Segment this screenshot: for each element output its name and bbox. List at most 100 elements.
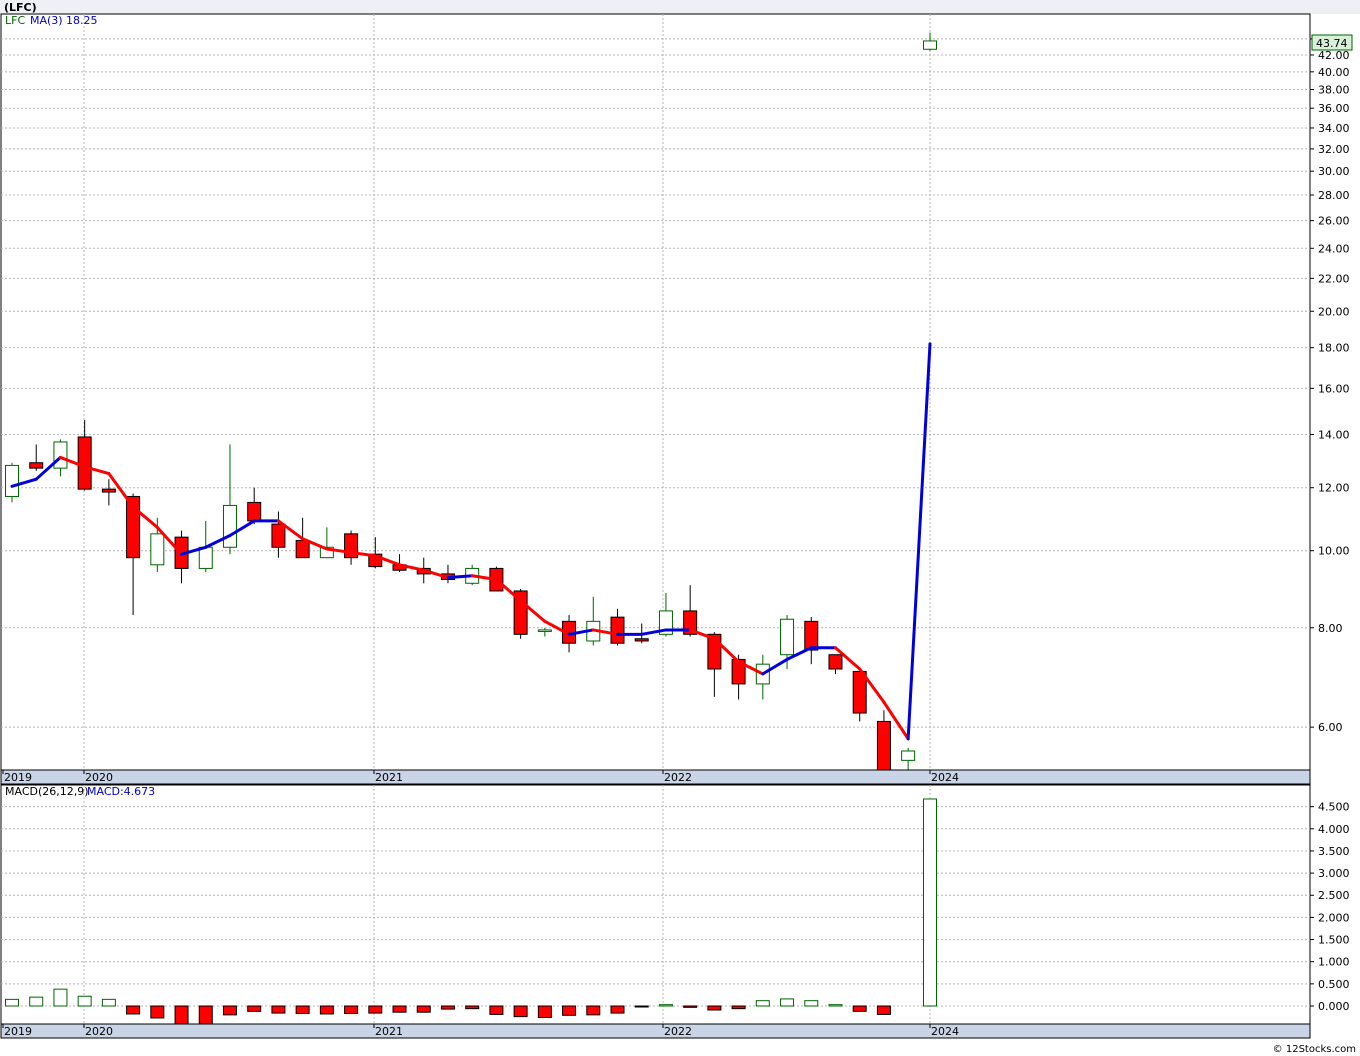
macd-bar <box>126 1005 141 1015</box>
copyright-text: © 12Stocks.com <box>1273 1044 1356 1055</box>
ma-legend-value: 18.25 <box>66 14 98 27</box>
macd-bar <box>440 1005 455 1010</box>
macd-bar <box>683 1005 698 1008</box>
macd-bar <box>295 1005 310 1015</box>
macd-bar <box>562 1005 577 1016</box>
price-y-axis: 6.00 8.00 10.00 12.00 14.00 16.00 18.00 20.00 22… <box>1310 33 1350 734</box>
price-tick-label: 6.00 <box>1318 721 1343 734</box>
macd-bar <box>755 1000 770 1007</box>
price-tick-label: 36.00 <box>1318 102 1350 115</box>
candle-body <box>198 546 213 569</box>
price-tick-label: 18.00 <box>1318 342 1350 355</box>
macd-bar <box>804 1000 819 1007</box>
price-tick-label: 12.00 <box>1318 482 1350 495</box>
price-tick-label: 16.00 <box>1318 382 1350 395</box>
macd-bar <box>101 998 116 1007</box>
price-tick-label: 38.00 <box>1318 84 1350 97</box>
macd-x-tick-label: 2019 <box>4 1025 32 1038</box>
macd-tick-label: 3.500 <box>1318 845 1350 858</box>
macd-panel <box>0 784 1311 1025</box>
macd-tick-label: 1.000 <box>1318 956 1350 969</box>
macd-bar <box>876 1005 891 1015</box>
price-tick-label: 20.00 <box>1318 305 1350 318</box>
macd-tick-label: 0.000 <box>1318 1000 1350 1013</box>
candle <box>5 462 19 503</box>
candle-body <box>101 488 116 493</box>
macd-x-tick-label: 2022 <box>664 1025 692 1038</box>
price-timeline <box>0 769 1311 785</box>
candle-body <box>150 533 165 566</box>
candle-body <box>77 436 92 490</box>
price-tick-label: 26.00 <box>1318 215 1350 228</box>
macd-bar <box>634 1005 649 1008</box>
candle-body <box>537 629 552 632</box>
macd-bar <box>731 1005 746 1010</box>
candle-body <box>247 501 262 522</box>
macd-x-tick-label: 2021 <box>375 1025 403 1038</box>
macd-bar <box>828 1004 843 1007</box>
price-x-tick-label: 2020 <box>85 771 113 784</box>
symbol-title: (LFC) <box>4 1 37 14</box>
macd-bar <box>852 1005 867 1012</box>
candle-body <box>610 616 625 644</box>
macd-bar <box>537 1005 552 1019</box>
candle-body <box>780 618 795 656</box>
macd-bar <box>5 998 19 1007</box>
price-x-tick-label: 2022 <box>664 771 692 784</box>
candle-body <box>804 620 819 651</box>
price-tick-label: 40.00 <box>1318 66 1350 79</box>
macd-bar <box>29 996 44 1007</box>
stock-chart: (LFC) 6.00 8.00 10.00 12.00 14.00 16.00 18.00 2… <box>0 0 1360 1055</box>
ma-legend-label: MA(3) <box>30 14 63 27</box>
macd-bar <box>586 1005 601 1016</box>
macd-timeline <box>0 1023 1311 1039</box>
price-tick-label: 10.00 <box>1318 545 1350 558</box>
price-tick-label: 8.00 <box>1318 622 1343 635</box>
price-tick-label: 32.00 <box>1318 143 1350 156</box>
price-x-tick-label: 2019 <box>4 771 32 784</box>
last-price-value: 43.74 <box>1316 37 1348 50</box>
price-tick-label: 34.00 <box>1318 122 1350 135</box>
macd-bar <box>392 1005 407 1013</box>
candle-body <box>295 539 310 559</box>
macd-bar <box>780 998 795 1007</box>
ma3-segment <box>446 574 474 580</box>
candle-body <box>222 504 237 548</box>
macd-bar <box>707 1005 722 1011</box>
macd-bar <box>368 1005 383 1014</box>
candle-body <box>53 441 68 469</box>
price-tick-label: 22.00 <box>1318 272 1350 285</box>
macd-x-tick-label: 2024 <box>931 1025 959 1038</box>
macd-bar <box>271 1005 286 1014</box>
macd-bar <box>247 1005 262 1012</box>
macd-bar <box>77 995 92 1007</box>
candle-body <box>876 720 891 771</box>
macd-bar <box>513 1005 528 1018</box>
price-tick-label: 14.00 <box>1318 428 1350 441</box>
macd-bar <box>344 1005 359 1015</box>
candle-body <box>828 654 843 670</box>
macd-params-label: MACD(26,12,9) <box>5 785 89 798</box>
macd-tick-label: 4.500 <box>1318 801 1350 814</box>
price-x-tick-label: 2024 <box>931 771 959 784</box>
price-tick-label: 24.00 <box>1318 242 1350 255</box>
macd-bar <box>222 1005 237 1016</box>
candle-body <box>5 464 19 497</box>
price-tick-label: 28.00 <box>1318 189 1350 202</box>
macd-y-axis: 0.000 0.500 1.000 1.500 2.000 2.500 3.000 3.500… <box>1310 801 1350 1013</box>
macd-bar <box>489 1005 504 1015</box>
candle-body <box>923 40 937 50</box>
candle-body <box>29 462 44 469</box>
price-tick-label: 42.00 <box>1318 49 1350 62</box>
macd-tick-label: 4.000 <box>1318 823 1350 836</box>
macd-bar <box>923 798 937 1007</box>
macd-tick-label: 2.500 <box>1318 889 1350 902</box>
macd-bar <box>658 1004 673 1007</box>
macd-tick-label: 3.000 <box>1318 867 1350 880</box>
macd-bar <box>319 1005 334 1015</box>
candle-body <box>634 638 649 642</box>
macd-x-tick-label: 2020 <box>85 1025 113 1038</box>
macd-tick-label: 0.500 <box>1318 978 1350 991</box>
macd-value-label: MACD:4.673 <box>87 785 155 798</box>
macd-bar <box>174 1005 189 1026</box>
